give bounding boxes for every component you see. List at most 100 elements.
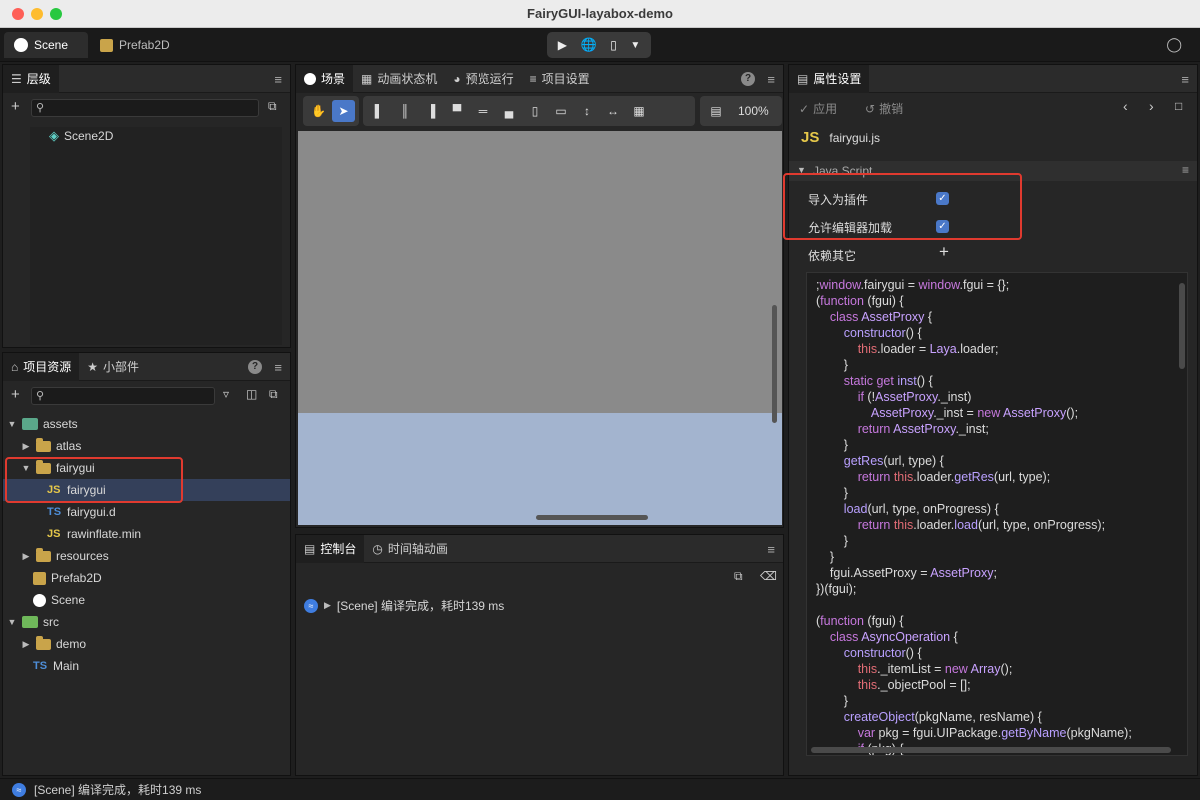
forward-icon[interactable]: › xyxy=(1149,98,1154,114)
hierarchy-tab-label: 层级 xyxy=(26,72,51,86)
distribute-h-icon[interactable]: ▯ xyxy=(523,100,547,122)
undo-icon: ↺ xyxy=(865,101,876,116)
tab-inspector[interactable]: ▤ 属性设置 xyxy=(789,64,870,93)
tree-item-scene[interactable]: Scene xyxy=(33,589,85,611)
chevron-right-icon[interactable]: ▶ xyxy=(324,600,331,611)
lock-icon[interactable]: □ xyxy=(1175,99,1182,113)
help-icon[interactable]: ? xyxy=(248,360,262,374)
console-icon: ▤ xyxy=(304,541,316,556)
js-file-icon: JS xyxy=(801,129,820,146)
clear-log-icon[interactable]: ⌫ xyxy=(760,569,777,583)
add-asset-icon[interactable]: + xyxy=(11,386,20,403)
assets-search-input[interactable]: ⚲ xyxy=(31,387,215,405)
screen-fit-icon[interactable]: ▤ xyxy=(704,100,728,122)
align-right-icon[interactable]: ▐ xyxy=(419,100,443,122)
align-bottom-icon[interactable]: ▄ xyxy=(497,100,521,122)
copy-icon[interactable]: ⧉ xyxy=(268,99,277,114)
console-panel: ▤ 控制台 ◷ 时间轴动画 ≡ ⧉ ⌫ ≈ ▶ [Scene] 编译完成，耗时1… xyxy=(295,534,784,776)
tree-item-fairygui-d[interactable]: TS fairygui.d xyxy=(47,501,116,523)
copy-log-icon[interactable]: ⧉ xyxy=(734,569,743,584)
tab-timeline[interactable]: ◷ 时间轴动画 xyxy=(364,535,456,563)
mobile-device-icon[interactable]: ▯ xyxy=(610,38,617,52)
console-log-entry[interactable]: ≈ ▶ [Scene] 编译完成，耗时139 ms xyxy=(304,597,504,614)
tab-project-assets[interactable]: ⌂ 项目资源 xyxy=(3,352,80,381)
tree-item-rawinflate[interactable]: JS rawinflate.min xyxy=(47,523,141,545)
tab-scene[interactable]: Scene xyxy=(4,32,88,58)
select-arrow-icon[interactable]: ➤ xyxy=(332,100,355,122)
tree-item-src[interactable]: ▼ src xyxy=(7,611,59,633)
tab-widgets[interactable]: ★ 小部件 xyxy=(79,353,147,381)
tree-item-demo[interactable]: ▶ demo xyxy=(21,633,86,655)
chevron-right-icon[interactable]: ▶ xyxy=(21,441,31,452)
inspector-menu-icon[interactable]: ≡ xyxy=(1181,72,1189,87)
back-icon[interactable]: ‹ xyxy=(1123,98,1128,114)
align-top-icon[interactable]: ▀ xyxy=(445,100,469,122)
help-icon[interactable]: ? xyxy=(741,72,755,86)
hierarchy-menu-icon[interactable]: ≡ xyxy=(274,72,282,87)
laya-logo-icon: ≈ xyxy=(304,598,318,613)
undo-button[interactable]: ↺ 撤销 xyxy=(865,100,903,117)
tab-hierarchy[interactable]: ☰ 层级 xyxy=(3,64,59,93)
prefab-box-icon xyxy=(100,38,113,52)
add-dependency-icon[interactable]: + xyxy=(939,242,949,262)
scene-viewport-bottom[interactable] xyxy=(298,413,782,525)
chevron-right-icon[interactable]: ▶ xyxy=(21,639,31,650)
tree-label: assets xyxy=(43,417,78,431)
tab-project-settings[interactable]: ≡ 项目设置 xyxy=(522,65,598,93)
section-menu-icon[interactable]: ≡ xyxy=(1182,163,1189,177)
distribute-v-icon[interactable]: ▭ xyxy=(549,100,573,122)
assets-panel: ⌂ 项目资源 ★ 小部件 ? ≡ + ⚲ ▿ ◫ ⧉ ▼ assets ▶ at… xyxy=(2,352,291,776)
filter-icon[interactable]: ▿ xyxy=(223,387,229,401)
tab-animation-state[interactable]: ▦ 动画状态机 xyxy=(353,65,445,93)
chevron-down-icon[interactable]: ▼ xyxy=(7,617,17,627)
grid-icon[interactable]: ▦ xyxy=(627,100,651,122)
hierarchy-item-scene2d[interactable]: ◈ Scene2D xyxy=(49,125,113,147)
hand-tool-icon[interactable]: ✋ xyxy=(307,100,330,122)
add-node-icon[interactable]: + xyxy=(11,98,20,115)
tree-item-assets[interactable]: ▼ assets xyxy=(7,413,78,435)
tab-console[interactable]: ▤ 控制台 xyxy=(296,534,365,563)
globe-icon[interactable]: 🌐 xyxy=(581,37,597,53)
tab-scene-view[interactable]: 场景 xyxy=(296,64,354,93)
sliders-icon: ≡ xyxy=(529,71,537,86)
console-menu-icon[interactable]: ≡ xyxy=(767,542,775,557)
laya-scene-icon xyxy=(14,38,28,52)
scene-vertical-scrollbar[interactable] xyxy=(772,305,777,423)
fit-height-icon[interactable]: ↕ xyxy=(575,100,599,122)
copy-icon[interactable]: ⧉ xyxy=(269,387,278,402)
tab-prefab2d[interactable]: Prefab2D xyxy=(90,32,190,58)
fit-width-icon[interactable]: ↔ xyxy=(601,100,625,122)
highlight-box-fairygui xyxy=(5,457,183,503)
scene-horizontal-scrollbar[interactable] xyxy=(536,515,648,520)
align-left-icon[interactable]: ▌ xyxy=(367,100,391,122)
code-vertical-scrollbar[interactable] xyxy=(1179,283,1185,369)
align-center-h-icon[interactable]: ║ xyxy=(393,100,417,122)
chevron-right-icon[interactable]: ▶ xyxy=(21,551,31,562)
user-account-icon[interactable]: ◯ xyxy=(1166,36,1182,53)
play-icon[interactable]: ▶ xyxy=(558,38,567,52)
code-horizontal-scrollbar[interactable] xyxy=(811,747,1171,753)
assets-menu-icon[interactable]: ≡ xyxy=(274,360,282,375)
chevron-down-icon[interactable]: ▼ xyxy=(630,40,640,51)
tree-item-main[interactable]: TS Main xyxy=(33,655,79,677)
tree-label: rawinflate.min xyxy=(67,527,142,541)
split-view-icon[interactable]: ◫ xyxy=(246,387,257,401)
scene-menu-icon[interactable]: ≡ xyxy=(767,72,775,87)
align-middle-v-icon[interactable]: ═ xyxy=(471,100,495,122)
file-name: fairygui.js xyxy=(829,130,881,145)
chevron-down-icon[interactable]: ▼ xyxy=(7,419,17,429)
tree-item-prefab2d[interactable]: Prefab2D xyxy=(33,567,102,589)
tree-item-atlas[interactable]: ▶ atlas xyxy=(21,435,81,457)
console-tab-label: 控制台 xyxy=(320,542,357,556)
tab-preview-run[interactable]: ◕ 预览运行 xyxy=(445,65,521,93)
code-viewer[interactable]: ;window.fairygui = window.fgui = {}; (fu… xyxy=(806,272,1188,756)
zoom-level[interactable]: 100% xyxy=(738,104,769,118)
apply-label: 应用 xyxy=(813,102,838,116)
apply-button[interactable]: ✓ 应用 xyxy=(799,100,837,117)
scene-viewport-top[interactable] xyxy=(298,131,782,413)
tree-item-resources[interactable]: ▶ resources xyxy=(21,545,109,567)
hierarchy-search-input[interactable]: ⚲ xyxy=(31,99,259,117)
file-header: JS fairygui.js xyxy=(801,129,880,146)
folder-icon xyxy=(36,635,51,650)
search-icon: ⚲ xyxy=(36,102,45,114)
